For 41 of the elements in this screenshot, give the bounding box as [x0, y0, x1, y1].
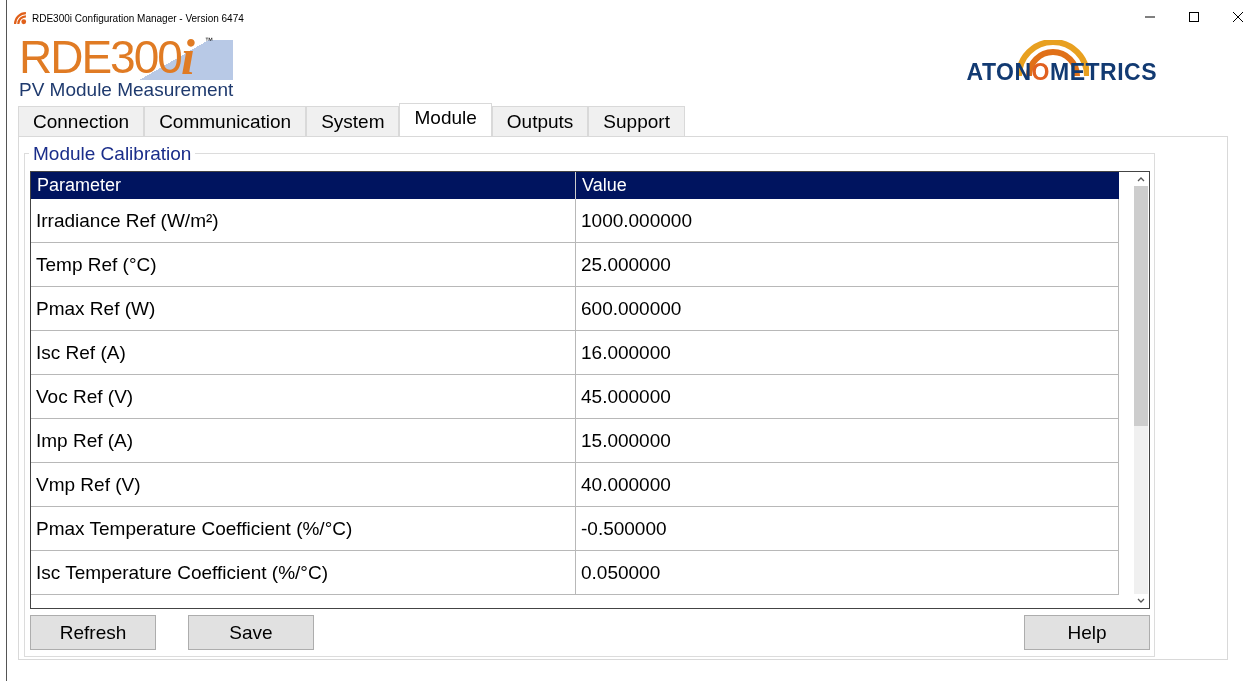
table-cell: -0.500000	[576, 507, 1119, 550]
table-cell: Pmax Temperature Coefficient (%/°C)	[31, 507, 576, 550]
table-cell: Irradiance Ref (W/m²)	[31, 199, 576, 242]
tab[interactable]: Outputs	[491, 106, 589, 136]
scroll-up-icon[interactable]	[1137, 176, 1145, 182]
table-cell: 0.050000	[576, 551, 1119, 594]
table-cell: 15.000000	[576, 419, 1119, 462]
column-header: Parameter	[31, 172, 576, 199]
logo-tagline: PV Module Measurement	[19, 80, 234, 100]
table-cell: Imp Ref (A)	[31, 419, 576, 462]
table-cell: 1000.000000	[576, 199, 1119, 242]
trademark-mark: ™	[204, 36, 213, 45]
brand-text: ATONOMETRICS	[966, 59, 1157, 86]
window-title: RDE300i Configuration Manager - Version 6474	[32, 12, 244, 24]
table-cell: Isc Temperature Coefficient (%/°C)	[31, 551, 576, 594]
tab[interactable]: Support	[588, 106, 685, 136]
table-cell: 45.000000	[576, 375, 1119, 418]
table-cell: 40.000000	[576, 463, 1119, 506]
help-button[interactable]: Help	[1024, 615, 1150, 650]
tab[interactable]: System	[306, 106, 400, 136]
table-cell: Voc Ref (V)	[31, 375, 576, 418]
tab[interactable]: Module	[399, 103, 492, 136]
table-cell: Isc Ref (A)	[31, 331, 576, 374]
close-icon[interactable]	[1233, 12, 1243, 22]
table-cell: 600.000000	[576, 287, 1119, 330]
tab[interactable]: Communication	[144, 106, 307, 136]
scroll-down-icon[interactable]	[1137, 598, 1145, 604]
app-icon	[14, 11, 27, 25]
table-cell: Vmp Ref (V)	[31, 463, 576, 506]
table-cell: 25.000000	[576, 243, 1119, 286]
logo-text: RDE300	[19, 34, 181, 80]
tab[interactable]: Connection	[18, 106, 145, 136]
column-header: Value	[581, 174, 628, 197]
action-button[interactable]: Save	[188, 615, 314, 650]
table-cell: 16.000000	[576, 331, 1119, 374]
table-cell: Pmax Ref (W)	[31, 287, 576, 330]
logo-letter: i	[180, 34, 195, 80]
maximize-icon[interactable]	[1189, 12, 1199, 22]
scroll-thumb[interactable]	[1134, 186, 1148, 426]
action-button[interactable]: Refresh	[30, 615, 156, 650]
table-cell: Temp Ref (°C)	[31, 243, 576, 286]
